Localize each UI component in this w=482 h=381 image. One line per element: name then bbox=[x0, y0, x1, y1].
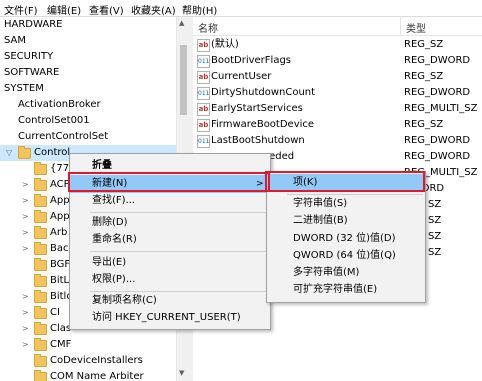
submenu-item-key[interactable]: 项(K) bbox=[267, 174, 425, 192]
expand-icon[interactable]: > bbox=[22, 177, 29, 193]
folder-icon bbox=[34, 322, 47, 335]
menu-favorites[interactable]: 收藏夹(A) bbox=[131, 2, 176, 17]
menu-item-new[interactable]: 新建(N) > bbox=[70, 175, 270, 193]
menu-file[interactable]: 文件(F) bbox=[4, 2, 38, 17]
scroll-up-icon[interactable]: ▲ bbox=[179, 19, 184, 27]
tree-item[interactable]: SAM bbox=[0, 33, 176, 49]
expand-icon[interactable]: > bbox=[22, 241, 29, 257]
tree-item[interactable]: ActivationBroker bbox=[0, 97, 176, 113]
folder-icon bbox=[34, 370, 47, 381]
menu-bar: 文件(F) 编辑(E) 查看(V) 收藏夹(A) 帮助(H) bbox=[0, 0, 482, 17]
folder-icon bbox=[34, 338, 47, 351]
submenu-item-string-value[interactable]: 字符串值(S) bbox=[267, 195, 425, 213]
value-row[interactable]: ab FirmwareBootDevice REG_SZ bbox=[193, 117, 482, 133]
binary-value-icon: 011 bbox=[197, 87, 210, 100]
menu-item-copy-key-name[interactable]: 复制项名称(C) bbox=[70, 292, 270, 310]
column-header: 名称 类型 bbox=[193, 17, 482, 36]
folder-icon bbox=[34, 258, 47, 271]
folder-icon bbox=[34, 274, 47, 287]
menu-separator bbox=[90, 212, 266, 213]
tree-item[interactable]: SYSTEM bbox=[0, 81, 176, 97]
value-row[interactable]: 011 BootDriverFlags REG_DWORD bbox=[193, 53, 482, 69]
scrollbar-thumb[interactable] bbox=[180, 45, 187, 115]
string-value-icon: ab bbox=[197, 119, 210, 132]
submenu-item-binary-value[interactable]: 二进制值(B) bbox=[267, 212, 425, 230]
string-value-icon: ab bbox=[197, 71, 210, 84]
menu-item-delete[interactable]: 删除(D) bbox=[70, 214, 270, 232]
folder-icon bbox=[34, 194, 47, 207]
tree-item[interactable]: COM Name Arbiter bbox=[0, 369, 176, 381]
tree-item[interactable]: CoDeviceInstallers bbox=[0, 353, 176, 369]
folder-icon bbox=[34, 226, 47, 239]
tree-item[interactable]: CurrentControlSet bbox=[0, 129, 176, 145]
folder-icon bbox=[34, 178, 47, 191]
folder-icon bbox=[34, 242, 47, 255]
tree-item[interactable]: SOFTWARE bbox=[0, 65, 176, 81]
string-value-icon: ab bbox=[197, 39, 210, 52]
submenu-item-dword-value[interactable]: DWORD (32 位)值(D) bbox=[267, 230, 425, 248]
folder-icon bbox=[34, 306, 47, 319]
expand-icon[interactable]: > bbox=[22, 337, 29, 353]
folder-icon bbox=[18, 146, 31, 159]
value-row[interactable]: ab CurrentUser REG_SZ bbox=[193, 69, 482, 85]
expand-icon[interactable]: > bbox=[22, 305, 29, 321]
menu-item-export[interactable]: 导出(E) bbox=[70, 254, 270, 272]
menu-item-rename[interactable]: 重命名(R) bbox=[70, 231, 270, 249]
column-type-header[interactable]: 类型 bbox=[406, 20, 426, 35]
tree-item[interactable]: > CMF bbox=[0, 337, 176, 353]
tree-item[interactable]: SECURITY bbox=[0, 49, 176, 65]
column-name-header[interactable]: 名称 bbox=[198, 20, 218, 35]
expand-icon[interactable]: > bbox=[22, 289, 29, 305]
submenu-item-expandable-string-value[interactable]: 可扩充字符串值(E) bbox=[267, 281, 425, 299]
menu-item-collapse[interactable]: 折叠 bbox=[70, 157, 270, 175]
menu-item-permissions[interactable]: 权限(P)... bbox=[70, 271, 270, 289]
folder-icon bbox=[34, 210, 47, 223]
expand-icon[interactable]: > bbox=[22, 193, 29, 209]
value-row[interactable]: 011 DirtyShutdownCount REG_DWORD bbox=[193, 85, 482, 101]
submenu-item-qword-value[interactable]: QWORD (64 位)值(Q) bbox=[267, 247, 425, 265]
folder-icon bbox=[34, 354, 47, 367]
expand-icon[interactable]: > bbox=[22, 225, 29, 241]
value-row[interactable]: 011 LastBootShutdown REG_DWORD bbox=[193, 133, 482, 149]
submenu-item-multi-string-value[interactable]: 多字符串值(M) bbox=[267, 264, 425, 282]
scroll-down-icon[interactable]: ▼ bbox=[179, 369, 184, 377]
column-divider[interactable] bbox=[400, 17, 401, 35]
tree-item[interactable]: HARDWARE bbox=[0, 17, 176, 33]
context-menu: 折叠 新建(N) > 查找(F)... 删除(D) 重命名(R) 导出(E) 权限… bbox=[69, 153, 271, 330]
collapse-icon[interactable]: ▽ bbox=[6, 145, 12, 161]
value-row[interactable]: ab (默认) REG_SZ bbox=[193, 37, 482, 53]
menu-item-find[interactable]: 查找(F)... bbox=[70, 192, 270, 210]
tree-item[interactable]: ControlSet001 bbox=[0, 113, 176, 129]
menu-item-access-hkcu[interactable]: 访问 HKEY_CURRENT_USER(T) bbox=[70, 309, 270, 327]
expand-icon[interactable]: > bbox=[22, 321, 29, 337]
folder-icon bbox=[34, 290, 47, 303]
new-submenu: 项(K) 字符串值(S) 二进制值(B) DWORD (32 位)值(D) QW… bbox=[266, 171, 426, 303]
menu-separator bbox=[90, 251, 266, 252]
expand-icon[interactable]: > bbox=[22, 209, 29, 225]
binary-value-icon: 011 bbox=[197, 55, 210, 68]
value-row[interactable]: ab EarlyStartServices REG_MULTI_SZ bbox=[193, 101, 482, 117]
submenu-arrow-icon: > bbox=[256, 179, 264, 189]
binary-value-icon: 011 bbox=[197, 135, 210, 148]
menu-view[interactable]: 查看(V) bbox=[89, 2, 124, 17]
menu-help[interactable]: 帮助(H) bbox=[182, 2, 217, 17]
menu-edit[interactable]: 编辑(E) bbox=[47, 2, 81, 17]
string-value-icon: ab bbox=[197, 103, 210, 116]
folder-icon bbox=[34, 162, 47, 175]
